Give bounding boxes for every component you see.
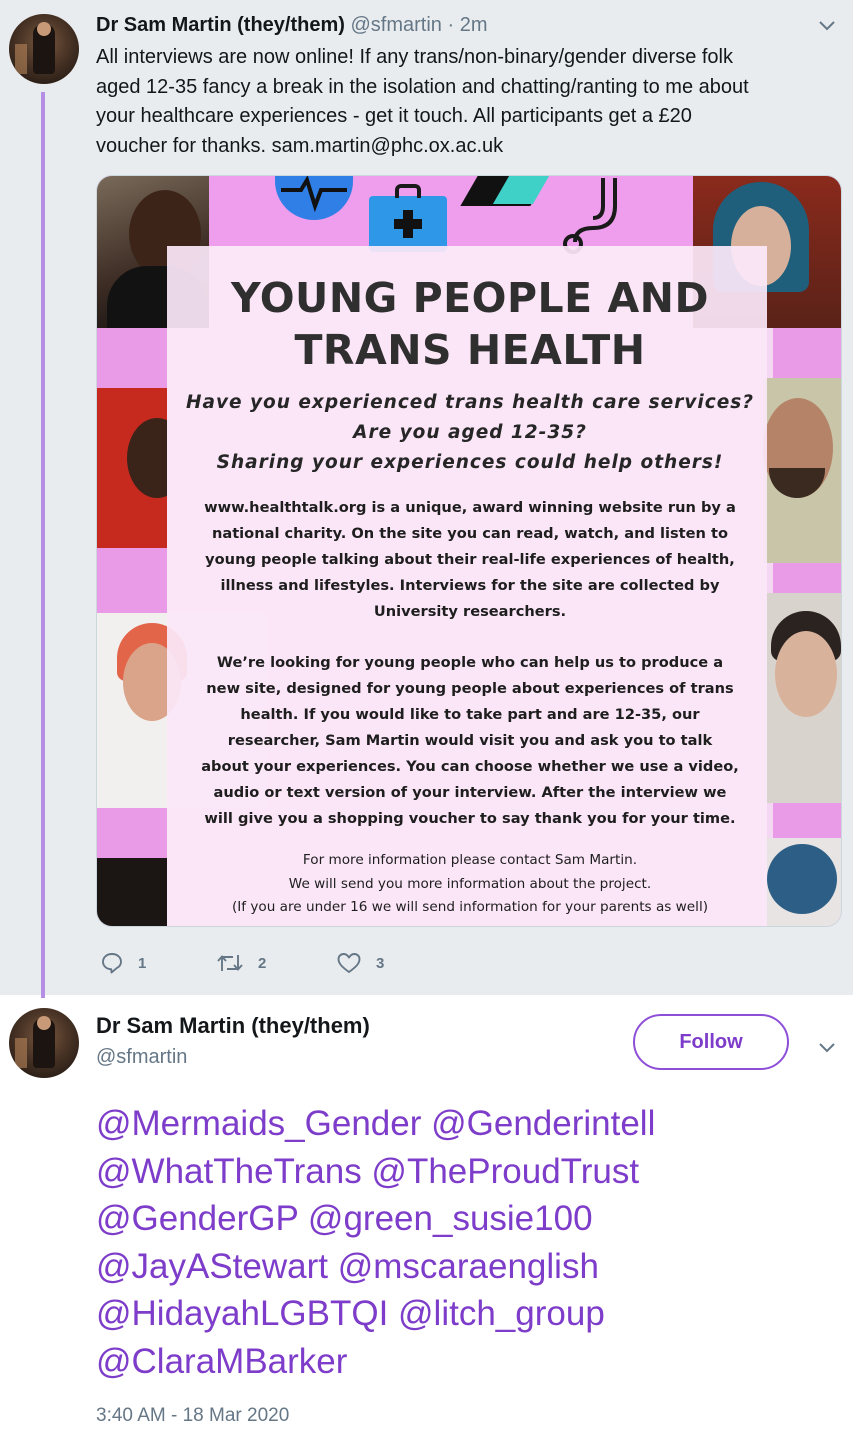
like-button[interactable]: 3 [336, 948, 384, 978]
follow-button[interactable]: Follow [633, 1014, 789, 1070]
avatar[interactable] [9, 14, 79, 84]
mention-line[interactable]: @WhatTheTrans @TheProudTrust [96, 1148, 836, 1196]
poster-paragraph-1: www.healthtalk.org is a unique, award wi… [159, 495, 781, 625]
chevron-down-icon[interactable] [818, 1034, 836, 1060]
poster-line: new site, designed for young people abou… [206, 680, 734, 697]
poster-line: audio or text version of your interview.… [213, 784, 727, 801]
tweet-text: All interviews are now online! If any tr… [96, 43, 836, 161]
tweet-text-line: your healthcare experiences - get it tou… [96, 105, 692, 127]
poster-title-line: TRANS HEALTH [294, 326, 646, 374]
tweet-text-line: voucher for thanks. sam.martin@phc.ox.ac… [96, 134, 504, 157]
author-name[interactable]: Dr Sam Martin (they/them) [96, 14, 345, 36]
mention-line[interactable]: @JayAStewart @mscaraenglish [96, 1243, 836, 1291]
poster-band [773, 563, 841, 593]
mention-line[interactable]: @Mermaids_Gender @Genderintell [96, 1100, 836, 1148]
poster-question-line: Are you aged 12-35? [353, 422, 587, 443]
poster-line: University researchers. [373, 603, 567, 620]
poster-question-line: Sharing your experiences could help othe… [216, 452, 724, 473]
poster-photo [97, 858, 167, 926]
poster-title: YOUNG PEOPLE AND TRANS HEALTH [97, 272, 841, 376]
mention-line[interactable]: @ClaraMBarker [96, 1338, 836, 1386]
poster-line: illness and lifestyles. Interviews for t… [220, 577, 720, 594]
poster-line: We’re looking for young people who can h… [216, 654, 724, 671]
time-ago[interactable]: 2m [460, 14, 488, 36]
retweet-icon [217, 955, 243, 971]
poster-line: researcher, Sam Martin would visit you a… [227, 732, 713, 749]
reply-icon [102, 953, 122, 974]
poster-line: (If you are under 16 we will send inform… [231, 899, 709, 915]
tweet-text-line: aged 12-35 fancy a break in the isolatio… [96, 75, 749, 98]
separator: · [447, 14, 455, 36]
poster-band [97, 808, 167, 858]
heart-icon [337, 953, 361, 973]
stethoscope-icon [555, 176, 635, 254]
poster-paragraph-2: We’re looking for young people who can h… [159, 650, 781, 832]
reply-count: 1 [138, 954, 147, 972]
poster-line: health. If you would like to take part a… [240, 706, 700, 723]
poster-contact-info: For more information please contact Sam … [159, 849, 781, 920]
thread-line [41, 92, 45, 998]
chevron-down-icon[interactable] [818, 12, 836, 38]
poster-line: For more information please contact Sam … [302, 852, 638, 868]
poster-line: will give you a shopping voucher to say … [204, 810, 736, 827]
tweet-text-line: All interviews are now online! If any tr… [96, 46, 733, 68]
author-handle[interactable]: @sfmartin [351, 14, 442, 36]
poster-line: about your experiences. You can choose w… [201, 758, 739, 775]
mention-line[interactable]: @GenderGP @green_susie100 [96, 1195, 836, 1243]
poster-line: young people talking about their real-li… [205, 551, 735, 568]
avatar[interactable] [9, 1008, 79, 1078]
author-name[interactable]: Dr Sam Martin (they/them) [96, 1013, 370, 1039]
retweet-button[interactable]: 2 [216, 948, 266, 978]
poster-title-line: YOUNG PEOPLE AND [230, 274, 710, 322]
poster-line: www.healthtalk.org is a unique, award wi… [204, 499, 736, 516]
tweet-timestamp[interactable]: 3:40 AM - 18 Mar 2020 [96, 1405, 289, 1427]
poster-image[interactable]: YOUNG PEOPLE AND TRANS HEALTH Have you e… [96, 175, 842, 927]
author-handle[interactable]: @sfmartin [96, 1046, 187, 1069]
like-count: 3 [376, 954, 385, 972]
author-header: Dr Sam Martin (they/them) @sfmartin · 2m [96, 14, 488, 37]
poster-question-line: Have you experienced trans health care s… [185, 392, 754, 413]
medical-kit-icon [369, 184, 447, 252]
poster-line: national charity. On the site you can re… [211, 525, 729, 542]
poster-questions: Have you experienced trans health care s… [97, 388, 841, 478]
heart-rate-icon [275, 176, 353, 220]
reply-button[interactable]: 1 [100, 948, 146, 978]
poster-band [97, 548, 167, 613]
retweet-count: 2 [258, 954, 267, 972]
poster-band [773, 803, 841, 838]
tweet-text: @Mermaids_Gender @Genderintell @WhatTheT… [96, 1100, 836, 1385]
mention-line[interactable]: @HidayahLGBTQI @litch_group [96, 1290, 836, 1338]
reply-tweet: Dr Sam Martin (they/them) @sfmartin · 2m… [0, 0, 853, 998]
poster-line: We will send you more information about … [288, 875, 652, 892]
